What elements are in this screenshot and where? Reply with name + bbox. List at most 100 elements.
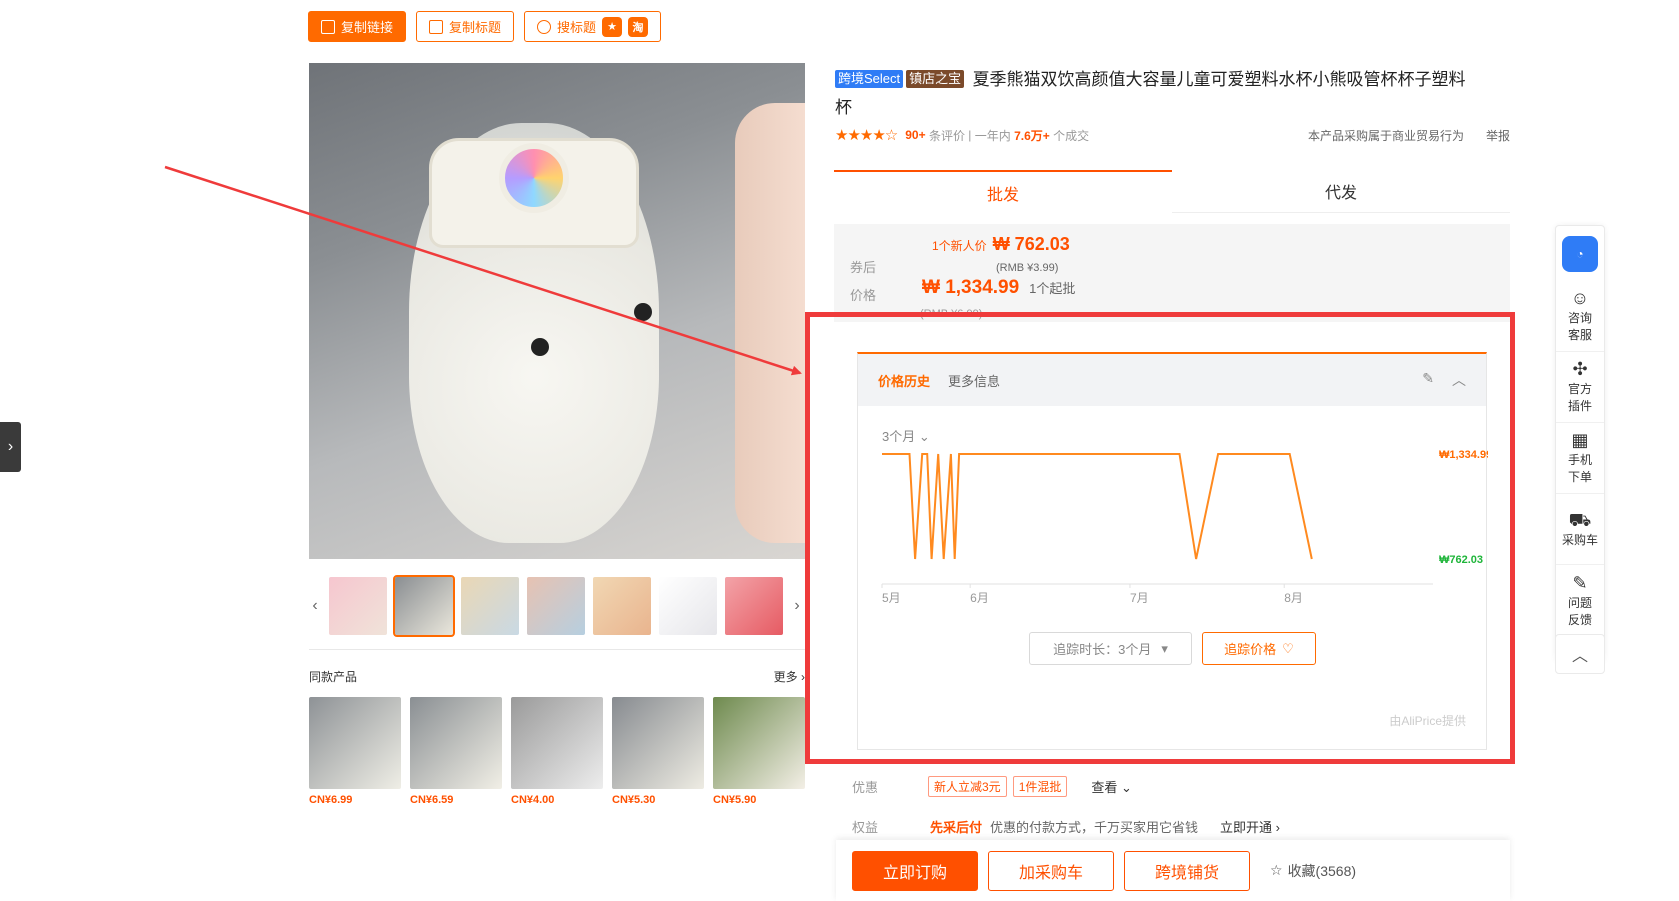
store-treasure-badge: 镇店之宝 — [906, 70, 965, 88]
x-tick-label: 6月 — [970, 591, 989, 605]
report-link[interactable]: 举报 — [1486, 127, 1510, 144]
price-series-line — [882, 453, 1313, 560]
main-price-amount: ₩ 1,334.99 — [922, 277, 1020, 298]
x-tick-label: 8月 — [1284, 591, 1303, 605]
same-product-price: CN¥6.59 — [410, 794, 454, 806]
search-icon — [537, 19, 552, 34]
order-now-button[interactable]: 立即订购 — [852, 850, 978, 891]
min-order: 1个起批 — [1029, 281, 1076, 296]
sold-count: 7.6万+ — [1014, 128, 1050, 143]
purchase-mode-tabs: 批发 代发 — [834, 170, 1510, 213]
same-product-item[interactable]: CN¥5.30 — [612, 697, 704, 806]
provider-credit: 由AliPrice提供 — [1389, 714, 1466, 728]
offers-row: 优惠 新人立减3元 1件混批 查看 ⌄ — [852, 776, 1132, 797]
new-user-price: 1个新人价 ₩ 762.03 — [932, 234, 1070, 255]
sidebar-item-feedback[interactable]: ✎ 问题 反馈 — [1556, 565, 1604, 636]
range-select[interactable]: 3个月 ⌄ — [882, 426, 930, 445]
taobao-logo-icon[interactable]: 淘 — [628, 16, 649, 37]
benefits-row: 权益 先采后付 优惠的付款方式，千万买家用它省钱 立即开通 › — [852, 817, 1280, 836]
price-history-widget: 价格历史 更多信息 ✎ ︿ 3个月 ⌄ 5月 6月 7月 8月 ₩1,334.99 ₩… — [857, 352, 1488, 750]
copy-link-button[interactable]: 复制链接 — [308, 11, 407, 42]
same-product-item[interactable]: CN¥6.59 — [410, 697, 502, 806]
pay-later-highlight: 先采后付 — [930, 820, 983, 835]
same-product-item[interactable]: CN¥4.00 — [511, 697, 603, 806]
new-user-rmb: (RMB ¥3.99) — [996, 262, 1059, 274]
chevron-left-icon[interactable]: ‹ — [309, 597, 321, 615]
top-toolbar: 复制链接 复制标题 搜标题 ★ 淘 — [308, 11, 662, 42]
chat-icon: ☺ — [1570, 288, 1590, 308]
copy-link-label: 复制链接 — [341, 20, 394, 35]
trade-note: 本产品采购属于商业贸易行为 — [1307, 128, 1464, 143]
1688-logo-icon[interactable]: ★ — [602, 16, 623, 37]
thumbnail-strip: ‹ › — [309, 575, 805, 637]
sidebar-item-cart[interactable]: ⛟ 采购车 — [1556, 494, 1604, 565]
tab-more-info[interactable]: 更多信息 — [948, 371, 1000, 390]
price-box: 券后 价格 1个新人价 ₩ 762.03 (RMB ¥3.99) ₩ 1,334… — [834, 224, 1510, 322]
thumbnail[interactable] — [527, 577, 585, 635]
sold-suffix: 个成交 — [1053, 128, 1090, 143]
rating-row: ★★★★☆ 90+ 条评价 | 一年内 7.6万+ 个成交 本产品采购属于商业贸… — [835, 127, 1510, 144]
coupon-label: 券后 — [850, 260, 877, 275]
tab-wholesale[interactable]: 批发 — [834, 170, 1172, 213]
thumbnail[interactable] — [593, 577, 651, 635]
sidebar-item-mobile-order[interactable]: ▦ 手机 下单 — [1556, 423, 1604, 494]
edit-icon: ✎ — [1572, 572, 1588, 593]
same-product-price: CN¥5.90 — [713, 794, 757, 806]
benefits-label: 权益 — [852, 820, 879, 835]
activate-link[interactable]: 立即开通 › — [1220, 817, 1280, 836]
same-product-image — [511, 697, 603, 789]
expand-panel-tab[interactable]: › — [0, 422, 21, 472]
cross-border-button[interactable]: 跨境铺货 — [1124, 850, 1250, 891]
main-product-image[interactable] — [309, 63, 805, 559]
same-product-price: CN¥5.30 — [612, 794, 656, 806]
same-products-list: CN¥6.99 CN¥6.59 CN¥4.00 CN¥5.30 CN¥5.90 — [309, 697, 805, 806]
sidebar-item-service[interactable]: ☺ 咨询 客服 — [1556, 281, 1604, 352]
thumbnail-video[interactable] — [329, 577, 387, 635]
thumbnail[interactable] — [461, 577, 519, 635]
edit-icon[interactable]: ✎ — [1422, 370, 1434, 390]
chevron-up-icon: ︿ — [1571, 648, 1588, 665]
add-to-cart-button[interactable]: 加采购车 — [988, 850, 1114, 891]
same-product-item[interactable]: CN¥5.90 — [713, 697, 805, 806]
search-title-button[interactable]: 搜标题 ★ 淘 — [524, 11, 662, 42]
review-count[interactable]: 90+ — [905, 128, 925, 142]
thumbnail[interactable] — [659, 577, 717, 635]
chevron-up-icon[interactable]: ︿ — [1452, 370, 1466, 390]
offers-label: 优惠 — [852, 780, 879, 795]
price-history-header: 价格历史 更多信息 ✎ ︿ — [858, 354, 1486, 406]
tab-dropship[interactable]: 代发 — [1172, 170, 1510, 213]
main-price: ₩ 1,334.99 1个起批 — [922, 277, 1075, 299]
chevron-right-icon[interactable]: › — [791, 597, 803, 615]
same-products-title: 同款产品 — [309, 670, 358, 684]
new-user-amount: ₩ 762.03 — [992, 234, 1070, 254]
ai-assistant-button[interactable]: ◔ — [1556, 226, 1604, 281]
track-price-button[interactable]: 追踪价格 ♡ — [1202, 632, 1316, 665]
same-product-image — [309, 697, 401, 789]
price-labels: 券后 价格 — [850, 254, 876, 310]
review-label: 条评价 — [928, 128, 965, 143]
tab-price-history[interactable]: 价格历史 — [878, 371, 930, 390]
sold-prefix: 一年内 — [974, 128, 1011, 143]
star-icon: ☆ — [1270, 862, 1283, 878]
same-products-more-link[interactable]: 更多 › — [774, 668, 805, 685]
thumbnail[interactable] — [725, 577, 783, 635]
x-tick-label: 5月 — [882, 591, 901, 605]
product-title-block: 跨境Select 镇店之宝 夏季熊猫双饮高颜值大容量儿童可爱塑料水杯小熊吸管杯杯子… — [835, 66, 1475, 122]
price-history-chart: 5月 6月 7月 8月 ₩1,334.99 ₩762.03 — [881, 449, 1488, 605]
thumbnail[interactable] — [393, 575, 455, 637]
copy-icon — [321, 19, 335, 34]
offers-view-link[interactable]: 查看 ⌄ — [1091, 777, 1132, 796]
sidebar-item-plugin[interactable]: ✣ 官方 插件 — [1556, 352, 1604, 423]
same-product-item[interactable]: CN¥6.99 — [309, 697, 401, 806]
copy-title-button[interactable]: 复制标题 — [416, 11, 515, 42]
same-product-image — [410, 697, 502, 789]
offer-tag: 1件混批 — [1012, 776, 1068, 797]
back-to-top-button[interactable]: ︿ — [1555, 634, 1605, 674]
min-price-label: ₩762.03 — [1439, 554, 1483, 566]
translate-chat-icon: ◔ — [1562, 235, 1598, 272]
image-bear-eye — [634, 303, 652, 321]
favorite-button[interactable]: ☆ 收藏(3568) — [1270, 861, 1356, 881]
image-hand — [735, 103, 805, 543]
caret-down-icon: ▾ — [1161, 640, 1168, 656]
track-duration-select[interactable]: 追踪时长：3个月 ▾ — [1029, 632, 1192, 665]
